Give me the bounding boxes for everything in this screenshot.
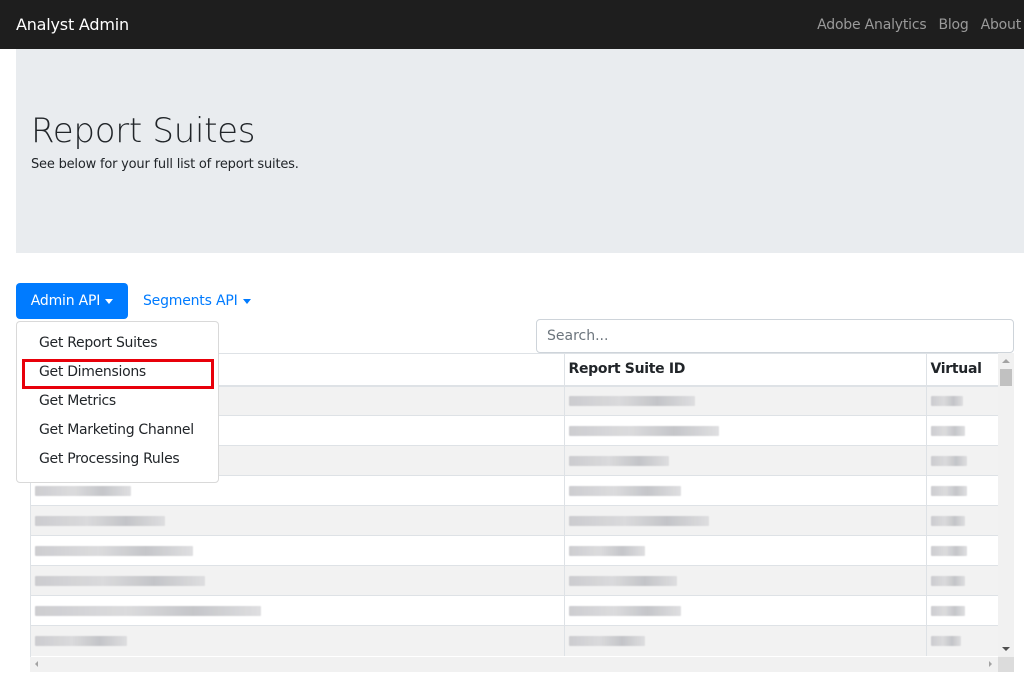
cell-virtual <box>925 595 1001 626</box>
redacted-text <box>568 425 719 436</box>
table-row[interactable] <box>31 565 1001 596</box>
cell-virtual <box>925 505 1001 536</box>
cell-virtual <box>925 625 1001 656</box>
cell-report-suite-id <box>563 415 926 446</box>
table-row[interactable] <box>31 625 1001 656</box>
redacted-text <box>568 575 677 586</box>
vertical-scrollbar[interactable] <box>998 353 1014 657</box>
redacted-text <box>35 485 131 496</box>
cell-report-suite-id <box>563 535 926 566</box>
top-navbar: Analyst Admin Adobe Analytics Blog About <box>0 0 1024 49</box>
redacted-text <box>568 485 681 496</box>
cell-virtual <box>925 415 1001 446</box>
cell-report-suite-id <box>563 385 926 416</box>
cell-name <box>31 565 564 596</box>
nav-link-adobe-analytics[interactable]: Adobe Analytics <box>811 17 932 33</box>
redacted-text <box>568 515 709 526</box>
redacted-text <box>35 605 261 616</box>
redacted-text <box>930 545 967 556</box>
scroll-right-arrow-icon[interactable] <box>989 661 992 667</box>
admin-api-dropdown-button[interactable]: Admin API <box>16 283 128 319</box>
cell-report-suite-id <box>563 445 926 476</box>
cell-report-suite-id <box>563 595 926 626</box>
admin-api-label: Admin API <box>30 293 101 309</box>
cell-report-suite-id <box>563 505 926 536</box>
scroll-up-arrow-icon[interactable] <box>1002 359 1010 363</box>
cell-virtual <box>925 565 1001 596</box>
column-header-report-suite-id[interactable]: Report Suite ID <box>563 353 926 387</box>
table-row[interactable] <box>31 505 1001 536</box>
scroll-down-arrow-icon[interactable] <box>1002 647 1010 651</box>
search-input[interactable] <box>536 319 1014 353</box>
menu-item-get-metrics[interactable]: Get Metrics <box>17 387 218 416</box>
menu-item-get-processing-rules[interactable]: Get Processing Rules <box>17 445 218 474</box>
scrollbar-corner <box>998 657 1014 672</box>
redacted-text <box>568 545 645 556</box>
cell-name <box>31 505 564 536</box>
cell-report-suite-id <box>563 625 926 656</box>
cell-name <box>31 595 564 626</box>
redacted-text <box>930 455 967 466</box>
caret-down-icon <box>242 298 251 304</box>
nav-links: Adobe Analytics Blog About <box>811 17 1024 33</box>
redacted-text <box>930 425 965 436</box>
menu-item-get-dimensions[interactable]: Get Dimensions <box>17 358 218 389</box>
scroll-left-arrow-icon[interactable] <box>35 661 38 667</box>
segments-api-dropdown-button[interactable]: Segments API <box>135 283 259 319</box>
redacted-text <box>568 455 669 466</box>
redacted-text <box>930 395 963 406</box>
redacted-text <box>35 635 127 646</box>
caret-down-icon <box>105 298 114 304</box>
cell-name <box>31 535 564 566</box>
brand-logo[interactable]: Analyst Admin <box>16 15 129 34</box>
redacted-text <box>930 575 965 586</box>
cell-virtual <box>925 385 1001 416</box>
redacted-text <box>35 515 165 526</box>
menu-item-get-marketing-channel[interactable]: Get Marketing Channel <box>17 416 218 445</box>
cell-report-suite-id <box>563 565 926 596</box>
page-subtitle: See below for your full list of report s… <box>31 157 299 172</box>
page-title: Report Suites <box>31 111 256 151</box>
column-header-virtual[interactable]: Virtual <box>925 353 1001 387</box>
nav-link-blog[interactable]: Blog <box>932 17 974 33</box>
menu-item-get-report-suites[interactable]: Get Report Suites <box>17 329 218 358</box>
cell-virtual <box>925 535 1001 566</box>
cell-virtual <box>925 475 1001 506</box>
admin-api-dropdown-menu: Get Report Suites Get Dimensions Get Met… <box>16 321 219 483</box>
redacted-text <box>568 395 695 406</box>
vertical-scrollbar-thumb[interactable] <box>1000 369 1012 386</box>
cell-report-suite-id <box>563 475 926 506</box>
cell-virtual <box>925 445 1001 476</box>
redacted-text <box>568 605 681 616</box>
table-row[interactable] <box>31 535 1001 566</box>
nav-link-about[interactable]: About <box>975 17 1024 33</box>
redacted-text <box>35 545 193 556</box>
redacted-text <box>568 635 645 646</box>
redacted-text <box>35 575 205 586</box>
redacted-text <box>930 485 967 496</box>
redacted-text <box>930 515 965 526</box>
horizontal-scrollbar[interactable] <box>30 657 998 672</box>
redacted-text <box>930 635 961 646</box>
cell-name <box>31 625 564 656</box>
table-row[interactable] <box>31 595 1001 626</box>
redacted-text <box>930 605 965 616</box>
page-header: Report Suites See below for your full li… <box>16 49 1024 253</box>
segments-api-label: Segments API <box>143 293 238 309</box>
